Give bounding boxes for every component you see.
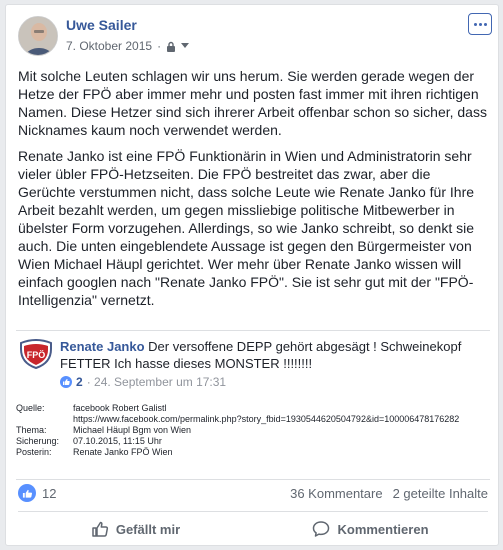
embedded-comment: Renate Janko Der versoffene DEPP gehört … <box>60 338 480 372</box>
post-date[interactable]: 7. Oktober 2015 <box>66 39 152 53</box>
author-avatar[interactable] <box>18 16 58 56</box>
embedded-comment-meta: 2 · 24. September um 17:31 <box>60 375 226 389</box>
svg-text:FPÖ: FPÖ <box>27 350 46 360</box>
comment-button[interactable]: Kommentieren <box>253 515 488 543</box>
comment-icon <box>313 521 330 537</box>
engagement-counts: 36 Kommentare 2 geteilte Inhalte <box>290 486 488 501</box>
embedded-comment-date: · 24. September um 17:31 <box>86 375 227 389</box>
comment-count[interactable]: 36 Kommentare <box>290 486 383 501</box>
thumbs-up-icon <box>92 521 108 537</box>
source-row: Sicherung: 07.10.2015, 11:15 Uhr <box>16 436 162 446</box>
divider <box>18 511 488 512</box>
embedded-comment-image[interactable]: FPÖ Renate Janko Der versoffene DEPP geh… <box>16 330 490 480</box>
post-paragraph: Renate Janko ist eine FPÖ Funktionärin i… <box>18 148 475 308</box>
action-bar: Gefällt mir Kommentieren <box>18 515 488 543</box>
post-author[interactable]: Uwe Sailer <box>66 17 137 33</box>
comment-button-label: Kommentieren <box>337 521 429 537</box>
source-info: Quelle: facebook Robert Galistl https://w… <box>16 403 459 458</box>
post-card: Uwe Sailer 7. Oktober 2015 · Mit solche … <box>5 4 499 546</box>
more-options-button[interactable] <box>468 13 492 35</box>
share-count[interactable]: 2 geteilte Inhalte <box>393 486 488 501</box>
embedded-comment-author: Renate Janko <box>60 339 145 354</box>
lock-icon[interactable] <box>166 41 176 52</box>
post-body: Mit solche Leuten schlagen wir uns herum… <box>18 67 488 317</box>
post-paragraph: Mit solche Leuten schlagen wir uns herum… <box>18 68 487 138</box>
chevron-down-icon[interactable] <box>181 43 190 49</box>
post-stats: 12 36 Kommentare 2 geteilte Inhalte <box>18 482 488 504</box>
post-meta: 7. Oktober 2015 · <box>66 39 190 53</box>
like-count[interactable]: 12 <box>42 486 56 501</box>
embedded-like-count: 2 <box>76 375 83 389</box>
dot-separator: · <box>157 39 162 53</box>
like-icon <box>60 376 72 388</box>
source-row: https://www.facebook.com/permalink.php?s… <box>73 414 460 424</box>
source-row: Posterin: Renate Janko FPÖ Wien <box>16 447 173 457</box>
fpo-logo: FPÖ <box>19 339 53 370</box>
source-row: Quelle: facebook Robert Galistl <box>16 403 167 413</box>
source-row: Thema: Michael Häupl Bgm von Wien <box>16 425 192 435</box>
like-button[interactable]: Gefällt mir <box>18 515 253 543</box>
like-reaction-icon[interactable] <box>18 484 36 502</box>
like-button-label: Gefällt mir <box>115 521 181 537</box>
